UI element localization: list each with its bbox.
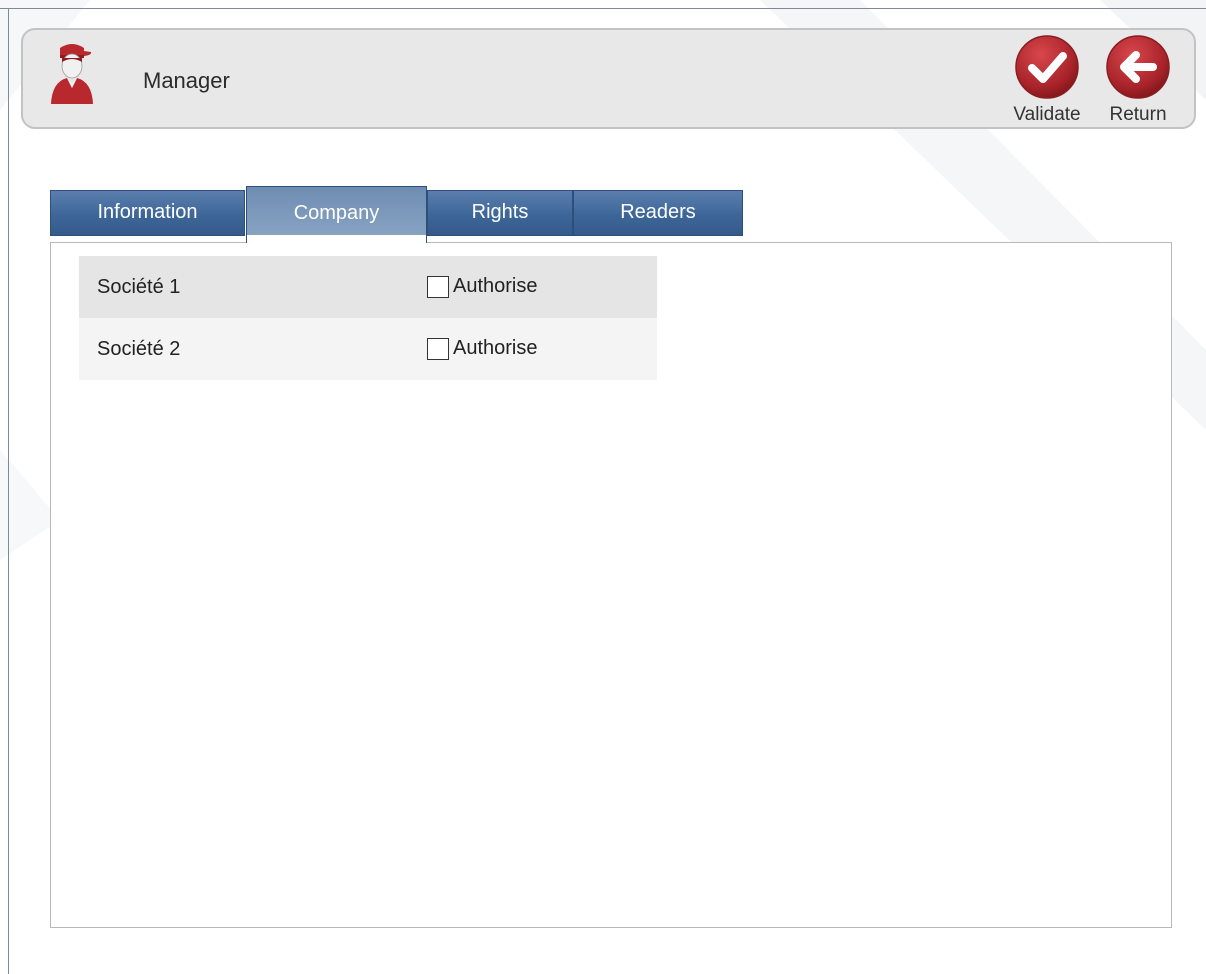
tab-company-label: Company bbox=[247, 187, 426, 235]
company-panel: Société 1 Authorise Société 2 Authorise bbox=[50, 242, 1172, 928]
check-icon bbox=[1015, 35, 1079, 99]
user-icon bbox=[51, 44, 93, 104]
company-name: Société 1 bbox=[97, 276, 181, 298]
validate-button[interactable]: Validate bbox=[1003, 34, 1091, 128]
list-item: Société 2 Authorise bbox=[79, 318, 657, 380]
authorise-option[interactable]: Authorise bbox=[427, 275, 538, 298]
return-label: Return bbox=[1109, 104, 1167, 125]
tab-company[interactable]: Company bbox=[246, 186, 427, 243]
list-item: Société 1 Authorise bbox=[79, 256, 657, 318]
tab-bar: Information Rights Readers Company bbox=[50, 186, 750, 243]
authorise-label: Authorise bbox=[453, 337, 538, 359]
tab-rights[interactable]: Rights bbox=[427, 190, 573, 236]
company-list: Société 1 Authorise Société 2 Authorise bbox=[79, 256, 657, 380]
arrow-left-icon bbox=[1106, 35, 1170, 99]
authorise-checkbox[interactable] bbox=[427, 275, 449, 298]
return-button[interactable]: Return bbox=[1101, 34, 1175, 128]
authorise-label: Authorise bbox=[453, 275, 538, 297]
header-bar: Manager Validate Return bbox=[21, 28, 1196, 129]
authorise-checkbox[interactable] bbox=[427, 337, 449, 360]
validate-label: Validate bbox=[1013, 104, 1081, 125]
company-name: Société 2 bbox=[97, 338, 181, 360]
page-title: Manager bbox=[143, 68, 230, 93]
tab-information[interactable]: Information bbox=[50, 190, 245, 236]
tab-readers[interactable]: Readers bbox=[573, 190, 743, 236]
authorise-option[interactable]: Authorise bbox=[427, 337, 538, 360]
